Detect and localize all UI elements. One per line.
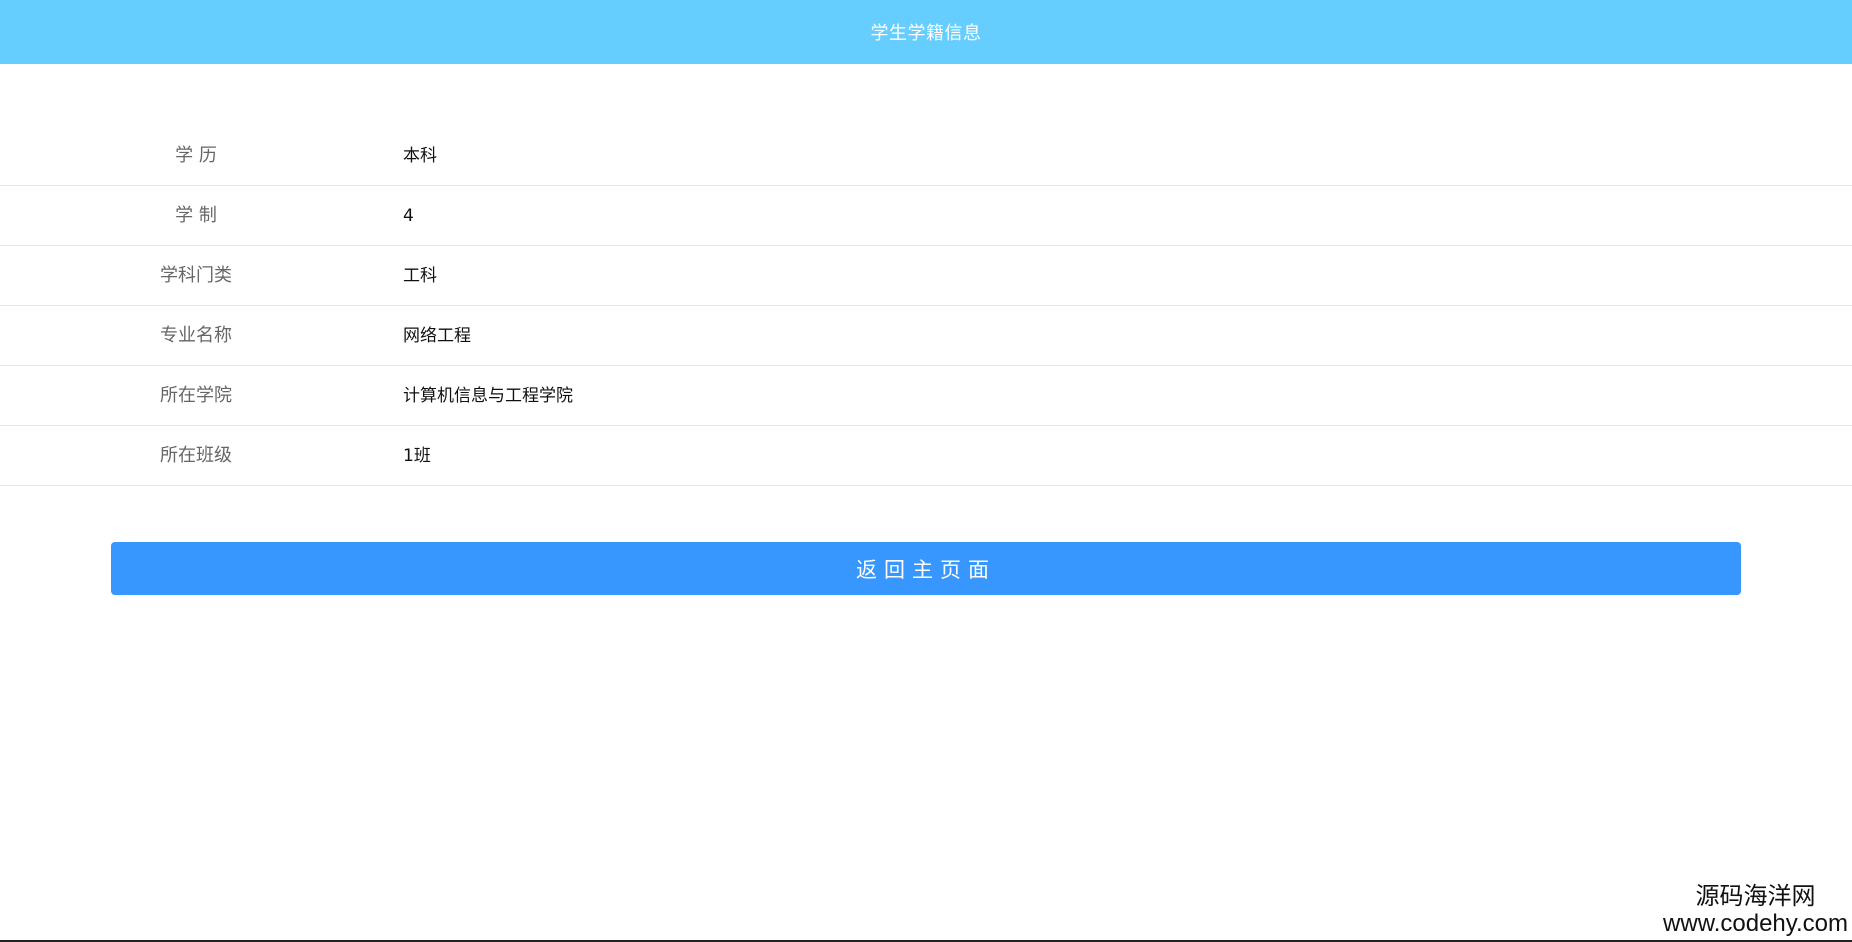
header-bar: 学生学籍信息: [0, 0, 1852, 64]
info-row-college: 所在学院 计算机信息与工程学院: [0, 366, 1852, 426]
info-value: 计算机信息与工程学院: [403, 386, 573, 406]
info-list: 学 历 本科 学 制 4 学科门类 工科 专业名称 网络工程 所在学院 计算机信…: [0, 126, 1852, 486]
info-value: 4: [403, 206, 414, 226]
watermark-name: 源码海洋网: [1695, 882, 1816, 910]
info-row-discipline: 学科门类 工科: [0, 246, 1852, 306]
student-status-page: 学生学籍信息 学 历 本科 学 制 4 学科门类 工科 专业名称 网络工程 所在…: [0, 0, 1852, 942]
info-row-duration: 学 制 4: [0, 186, 1852, 246]
info-row-class: 所在班级 1班: [0, 426, 1852, 486]
info-row-education: 学 历 本科: [0, 126, 1852, 186]
info-label: 学科门类: [160, 265, 232, 286]
info-value: 网络工程: [403, 326, 471, 346]
info-label: 专业名称: [160, 325, 232, 346]
info-value: 工科: [403, 266, 437, 286]
info-label: 所在学院: [160, 385, 232, 406]
watermark-url: www.codehy.com: [1663, 910, 1848, 937]
info-label: 所在班级: [160, 445, 232, 466]
info-value: 本科: [403, 146, 437, 166]
info-row-major: 专业名称 网络工程: [0, 306, 1852, 366]
watermark: 源码海洋网 www.codehy.com: [1663, 884, 1848, 936]
back-home-button[interactable]: 返回主页面: [111, 542, 1741, 595]
info-label: 学 制: [175, 205, 217, 226]
info-value: 1班: [403, 446, 431, 466]
info-label: 学 历: [175, 145, 217, 166]
page-title: 学生学籍信息: [870, 23, 982, 44]
